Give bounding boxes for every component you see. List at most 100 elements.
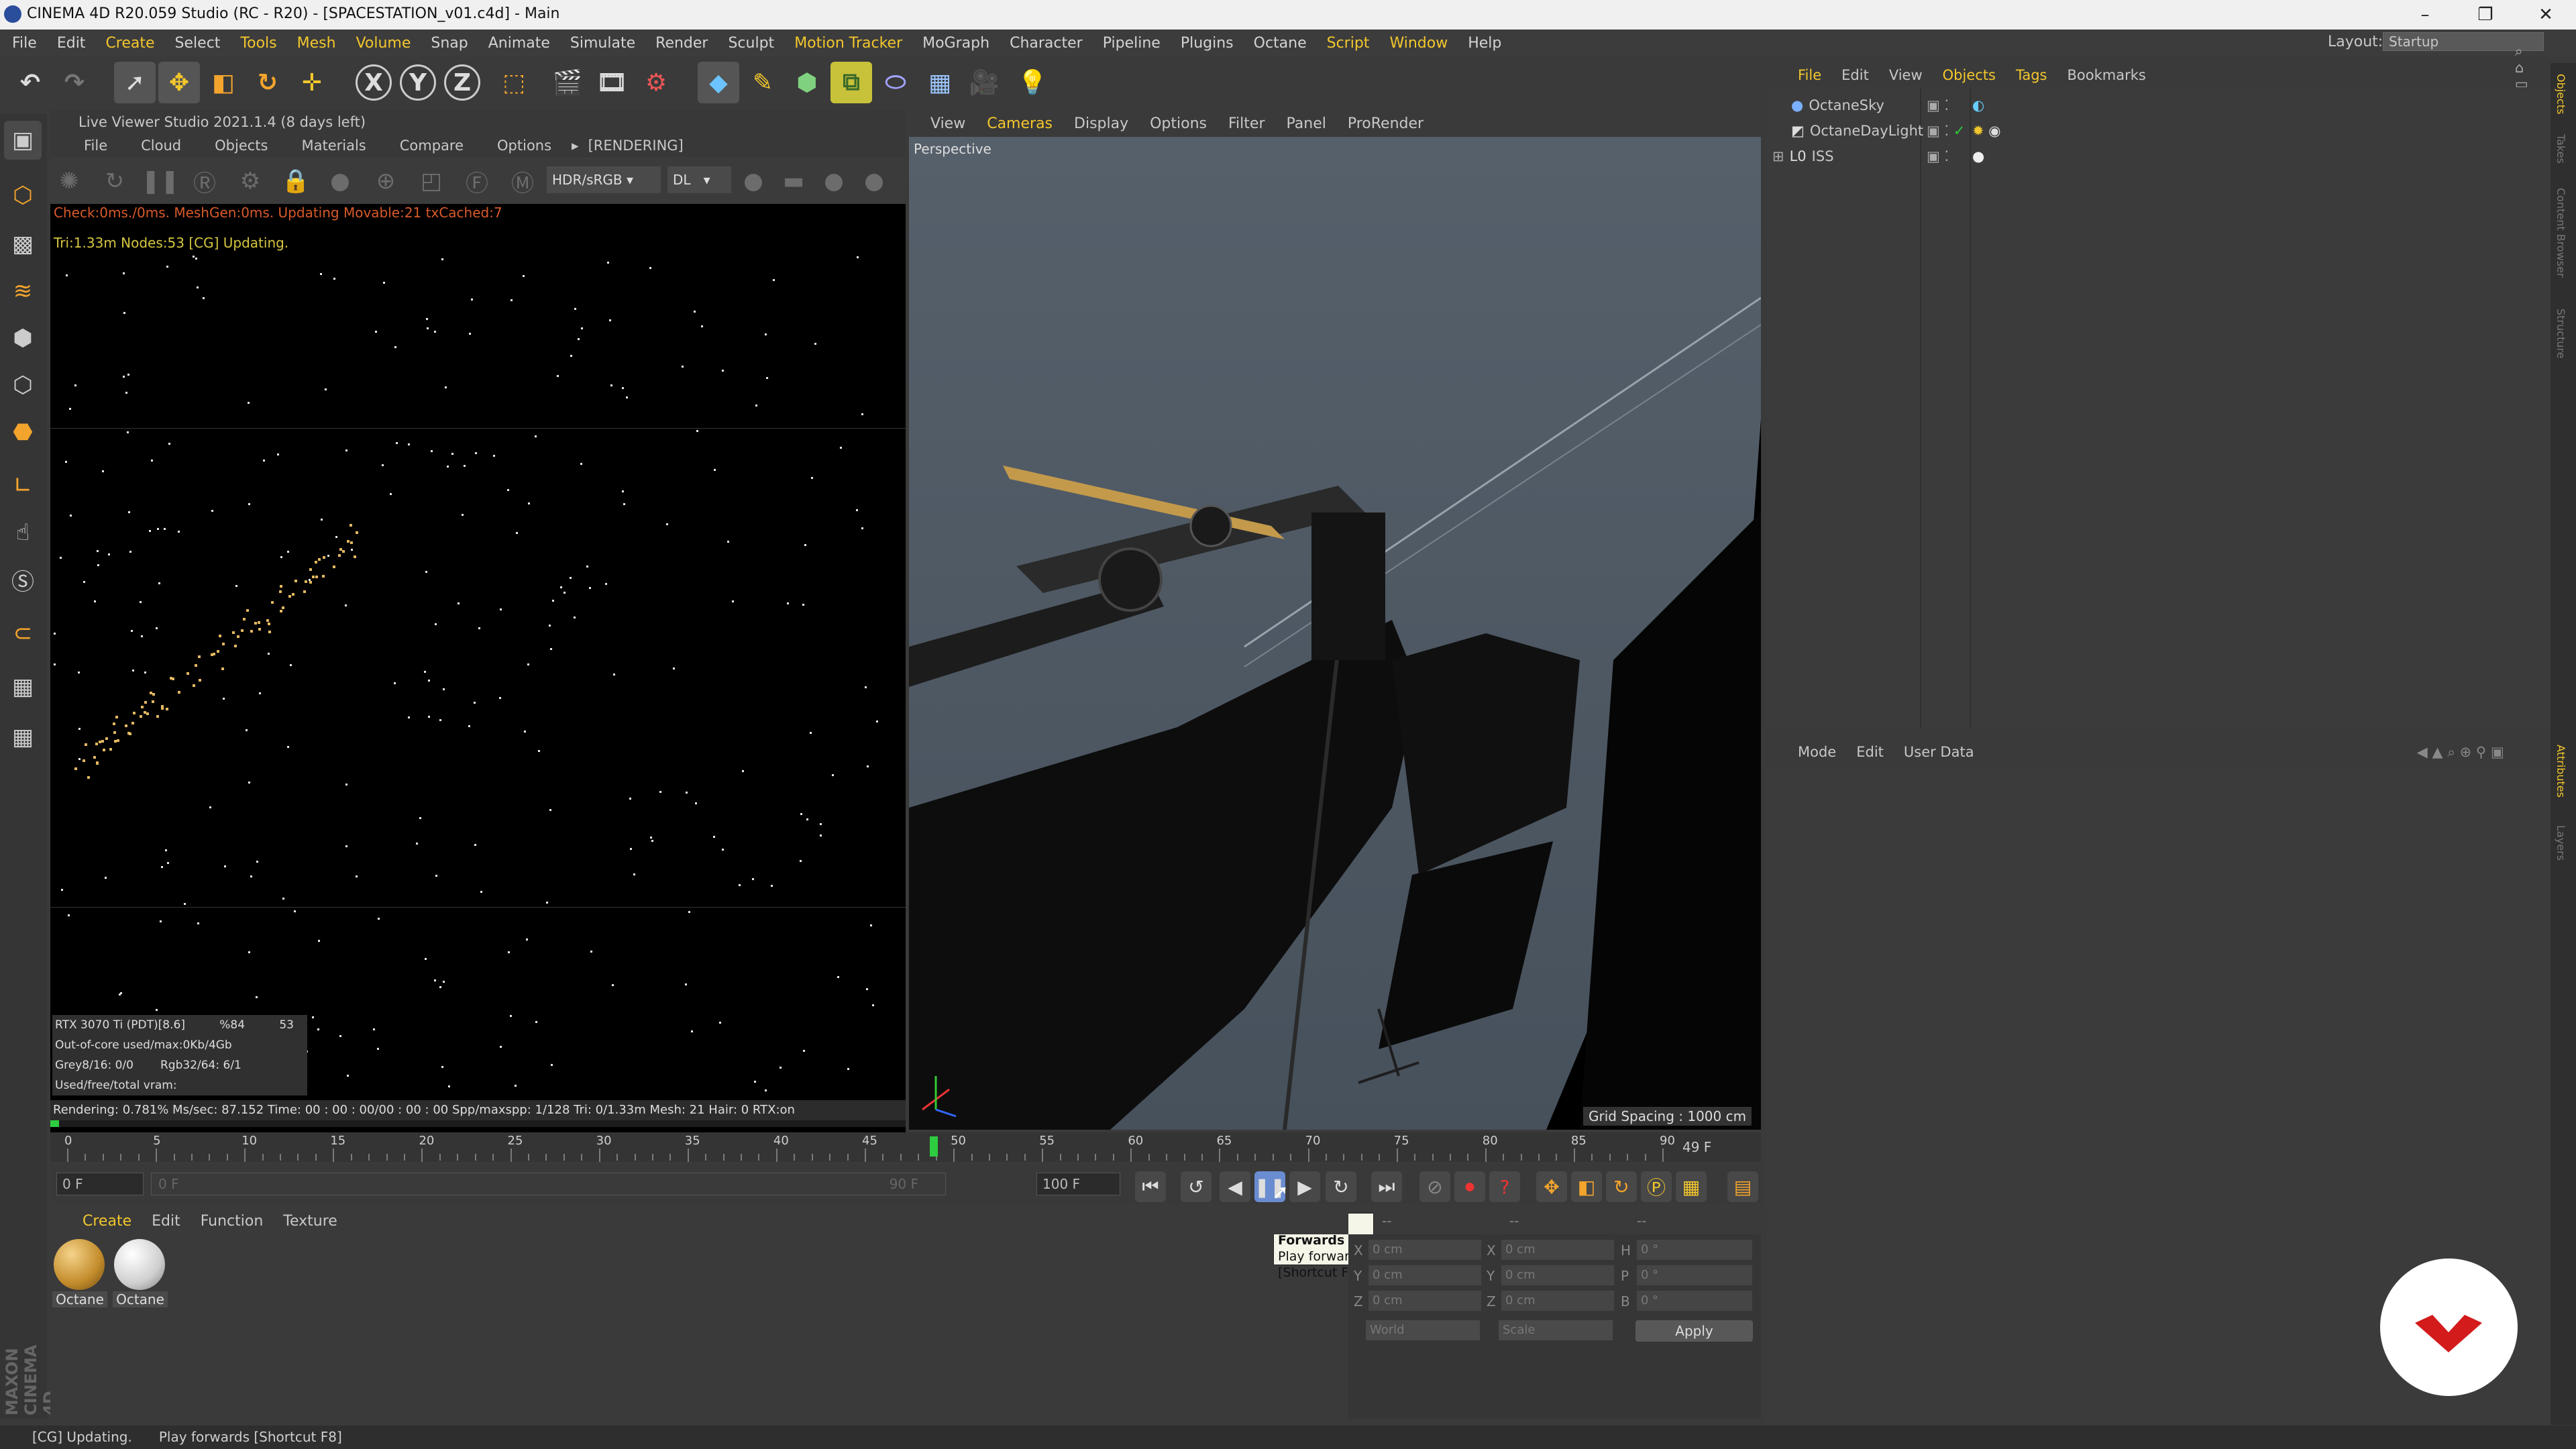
tweak-mode-icon[interactable]: ☝ [4,513,42,552]
lv-menu-materials[interactable]: Materials [301,138,366,154]
lv-restart-icon[interactable]: ↻ [99,166,130,197]
tab-structure[interactable]: Structure [2555,309,2567,358]
vp-menu-panel[interactable]: Panel [1286,115,1326,132]
menu-sculpt[interactable]: Sculpt [728,35,774,52]
menu-window[interactable]: Window [1389,35,1448,52]
snapping-icon[interactable]: ⊂ [4,614,42,653]
camera-icon[interactable]: 🎥 [963,62,1005,103]
attr-nav-icons[interactable]: ◀ ▲ ⌕ ⊕ ⚲ ▣ [2417,744,2504,761]
restore-button[interactable]: ❐ [2455,0,2516,30]
tab-objects[interactable]: Objects [2555,74,2567,114]
timeline-playhead[interactable] [930,1136,938,1157]
texture-mode-icon[interactable]: ▩ [4,225,42,264]
start-frame-field[interactable]: 0 F [56,1173,144,1195]
workplane-icon[interactable]: ≋ [4,272,42,311]
tab-takes[interactable]: Takes [2555,134,2567,164]
tab-attributes[interactable]: Attributes [2555,745,2567,798]
menu-pipeline[interactable]: Pipeline [1103,35,1161,52]
om-menu-objects[interactable]: Objects [1943,67,1996,83]
solo-mode-icon[interactable]: Ⓢ [4,560,42,599]
lv-settings-icon[interactable]: ⚙ [235,166,266,197]
next-frame-icon[interactable]: ▶ [1289,1171,1320,1202]
minimize-button[interactable]: – [2395,0,2455,30]
render-settings-icon[interactable]: ⚙ [635,62,677,103]
render-view-icon[interactable]: 🎬 [547,62,588,103]
lv-lock-icon[interactable]: 🔒 [280,166,311,197]
menu-octane[interactable]: Octane [1254,35,1307,52]
menu-create[interactable]: Create [105,35,154,52]
menu-simulate[interactable]: Simulate [570,35,635,52]
redo-icon[interactable]: ↷ [54,62,95,103]
lv-menu-options[interactable]: Options [497,138,551,154]
apply-button[interactable]: Apply [1635,1320,1753,1342]
key-parameter-icon[interactable]: Ⓟ [1641,1171,1672,1202]
timeline-window-icon[interactable]: ▤ [1727,1171,1758,1202]
om-menu-tags[interactable]: Tags [2016,67,2047,83]
floor-icon[interactable]: ▦ [919,62,961,103]
model-mode-icon[interactable]: ⬡ [4,176,42,215]
lv-pause-icon[interactable]: ❚❚ [142,166,180,197]
x-axis-lock-button[interactable]: X [356,64,392,101]
coord-rot-h[interactable]: 0 ° [1637,1240,1752,1260]
object-row-iss[interactable]: ⊞ L0 ISS ▣ ⁚ ● [1771,145,2542,168]
lv-add-icon[interactable]: ⊕ [370,166,401,197]
viewport-3d[interactable] [909,137,1761,1130]
menu-select[interactable]: Select [175,35,221,52]
lv-kernel-select[interactable]: DL ▾ [667,166,731,193]
lv-menu-file[interactable]: File [84,138,107,154]
menu-animate[interactable]: Animate [488,35,550,52]
coord-pos-z[interactable]: 0 cm [1368,1291,1481,1311]
lv-focus-icon[interactable]: Ⓕ [462,166,492,197]
coord-mode-scale-select[interactable]: Scale [1499,1320,1613,1340]
lv-menu-objects[interactable]: Objects [215,138,268,154]
key-position-icon[interactable]: ✥ [1536,1171,1567,1202]
tab-content-browser[interactable]: Content Browser [2555,188,2567,278]
key-pla-icon[interactable]: ▦ [1676,1171,1707,1202]
go-to-end-icon[interactable]: ⏭ [1371,1171,1402,1202]
om-menu-view[interactable]: View [1889,67,1923,83]
close-button[interactable]: ✕ [2516,0,2576,30]
points-mode-icon[interactable]: ⬢ [4,319,42,358]
mat-menu-texture[interactable]: Texture [283,1213,337,1230]
grid-snap-icon[interactable]: ▦ [4,718,42,757]
vp-menu-prorender[interactable]: ProRender [1348,115,1424,132]
polygons-mode-icon[interactable]: ⬣ [4,413,42,451]
subdivision-icon[interactable]: ⬢ [786,62,828,103]
lv-region-render-icon[interactable]: ◰ [416,166,447,197]
scale-tool-icon[interactable]: ◧ [203,62,244,103]
menu-render[interactable]: Render [655,35,708,52]
coord-pos-x[interactable]: 0 cm [1368,1240,1481,1260]
menu-character[interactable]: Character [1010,35,1083,52]
y-axis-lock-button[interactable]: Y [400,64,436,101]
menu-file[interactable]: File [12,35,37,52]
material-tag-icon[interactable]: ● [1972,145,1984,168]
axis-mode-icon[interactable]: ∟ [4,466,42,505]
light-icon[interactable]: 💡 [1012,62,1053,103]
transform-tool-icon[interactable]: ✛ [291,62,333,103]
go-to-start-icon[interactable]: ⏮ [1135,1171,1166,1202]
menu-volume[interactable]: Volume [356,35,411,52]
lv-region-icon[interactable]: Ⓡ [189,166,220,197]
menu-help[interactable]: Help [1468,35,1501,52]
menu-mograph[interactable]: MoGraph [922,35,989,52]
attr-menu-edit[interactable]: Edit [1856,744,1884,760]
material-swatch-2[interactable]: Octane [113,1238,168,1310]
om-menu-file[interactable]: File [1798,67,1821,83]
visibility-toggle-icon[interactable]: ▣ ⁚ [1927,145,1949,168]
lv-material-icon[interactable]: Ⓜ [507,166,538,197]
menu-snap[interactable]: Snap [431,35,468,52]
menu-plugins[interactable]: Plugins [1181,35,1234,52]
rotate-tool-icon[interactable]: ↻ [247,62,288,103]
coord-rot-p[interactable]: 0 ° [1637,1265,1752,1285]
timeline-ruler[interactable] [50,1132,1761,1162]
frame-range-slider[interactable]: 0 F 90 F [151,1173,946,1195]
lv-menu-compare[interactable]: Compare [400,138,464,154]
vp-menu-view[interactable]: View [930,115,965,132]
tab-layers[interactable]: Layers [2555,825,2567,861]
key-scale-icon[interactable]: ◧ [1571,1171,1602,1202]
menu-motion-tracker[interactable]: Motion Tracker [794,35,902,52]
expand-icon[interactable]: ⊞ [1772,145,1784,168]
lv-send-scene-icon[interactable]: ✺ [54,166,85,197]
coord-mode-world-select[interactable]: World [1366,1320,1480,1340]
cube-primitive-icon[interactable]: ◆ [698,62,739,103]
